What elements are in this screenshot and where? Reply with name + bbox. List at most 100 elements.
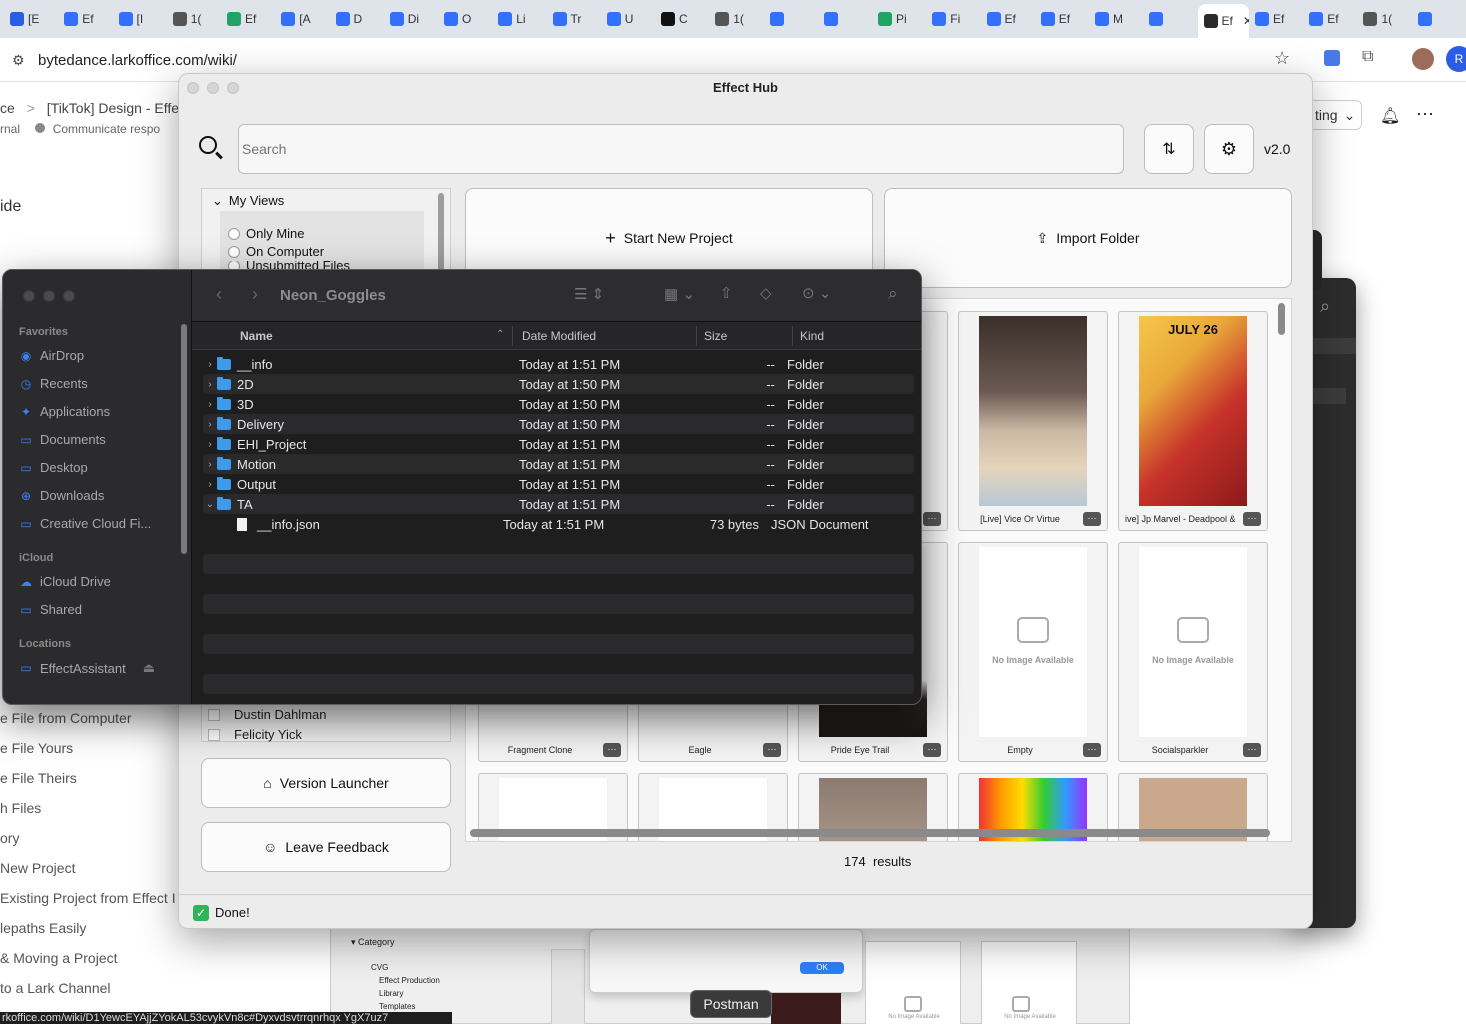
column-kind-header[interactable]: Kind	[800, 329, 824, 343]
project-card[interactable]: [Live] Vice Or Virtue ···	[958, 311, 1108, 531]
chevron-right-icon[interactable]: ›	[203, 479, 217, 490]
translate-icon[interactable]	[1324, 50, 1340, 66]
browser-tab[interactable]: O	[438, 4, 492, 34]
browser-tab[interactable]: Ef	[221, 4, 275, 34]
project-card[interactable]: No Image Available Empty ···	[958, 542, 1108, 762]
file-row[interactable]: ⌄ TA Today at 1:51 PM -- Folder	[203, 494, 914, 514]
browser-tab[interactable]: Ef	[1249, 4, 1303, 34]
column-name-header[interactable]: Name	[240, 329, 273, 343]
outline-item[interactable]: Existing Project from Effect I	[0, 890, 176, 906]
chevron-right-icon[interactable]: ›	[203, 359, 217, 370]
radio-button[interactable]	[228, 246, 240, 258]
more-button[interactable]: ···	[923, 512, 941, 526]
grid-vertical-scrollbar[interactable]	[1278, 303, 1285, 335]
file-row[interactable]: › 3D Today at 1:50 PM -- Folder	[203, 394, 914, 414]
sidebar-scrollbar[interactable]	[181, 324, 187, 554]
file-row[interactable]: __info.json Today at 1:51 PM 73 bytes JSON …	[203, 514, 914, 534]
column-size-header[interactable]: Size	[704, 329, 727, 343]
more-button[interactable]: ···	[1083, 512, 1101, 526]
leave-feedback-button[interactable]: ☺ Leave Feedback	[201, 822, 451, 872]
more-button[interactable]: ···	[1243, 512, 1261, 526]
search-icon[interactable]: ⌕	[888, 284, 898, 304]
import-folder-button[interactable]: ⇪ Import Folder	[884, 188, 1292, 288]
file-row[interactable]: › 2D Today at 1:50 PM -- Folder	[203, 374, 914, 394]
checkbox[interactable]	[208, 729, 220, 741]
notification-bell-icon[interactable]: 🔔︎	[1380, 106, 1400, 126]
outline-item[interactable]: e File from Computer	[0, 710, 131, 726]
category-tree-item[interactable]: Effect Production	[371, 974, 440, 987]
minimize-window-button[interactable]	[43, 290, 55, 302]
tag-icon[interactable]: ◇	[760, 284, 772, 302]
view-option[interactable]: On Computer	[228, 243, 350, 261]
breadcrumb-prefix[interactable]: ce	[0, 100, 15, 116]
category-tree-item[interactable]: CVG	[371, 961, 440, 974]
category-tree-item[interactable]: Library	[371, 987, 440, 1000]
browser-tab[interactable]: Pi	[872, 4, 926, 34]
breadcrumb-current[interactable]: [TikTok] Design - Effe	[47, 100, 179, 116]
grid-horizontal-scrollbar[interactable]	[470, 829, 1270, 837]
file-row[interactable]: › Output Today at 1:51 PM -- Folder	[203, 474, 914, 494]
browser-tab[interactable]: U	[601, 4, 655, 34]
back-chevron-icon[interactable]: ‹	[216, 284, 222, 305]
browser-tab[interactable]: D	[330, 4, 384, 34]
checkbox[interactable]	[208, 709, 220, 721]
sidebar-item[interactable]: ✦ Applications	[19, 404, 110, 419]
settings-button[interactable]: ⚙	[1204, 124, 1254, 174]
sidebar-item[interactable]: ⊕ Downloads	[19, 488, 104, 503]
more-options-icon[interactable]: ⋯	[1416, 104, 1434, 125]
browser-tab[interactable]	[818, 4, 872, 34]
more-button[interactable]: ···	[1083, 743, 1101, 757]
close-window-button[interactable]	[23, 290, 35, 302]
more-button[interactable]: ···	[1243, 743, 1261, 757]
forward-chevron-icon[interactable]: ›	[252, 284, 258, 305]
profile-avatar[interactable]	[1412, 48, 1434, 70]
user-filter-option[interactable]: Felicity Yick	[208, 725, 327, 745]
browser-tab[interactable]: 1(	[709, 4, 763, 34]
browser-tab[interactable]: Ef	[58, 4, 112, 34]
browser-tab[interactable]: 1(	[167, 4, 221, 34]
sidebar-item[interactable]: ◉ AirDrop	[19, 348, 84, 363]
browser-tab[interactable]: Ef ✕	[1197, 4, 1249, 38]
browser-tab[interactable]: Ef	[1303, 4, 1357, 34]
more-button[interactable]: ···	[603, 743, 621, 757]
sort-button[interactable]: ⇅	[1144, 124, 1194, 174]
sidebar-item[interactable]: ☁ iCloud Drive	[19, 574, 111, 589]
site-settings-icon[interactable]: ⚙	[12, 52, 25, 69]
more-button[interactable]: ···	[923, 743, 941, 757]
outline-item[interactable]: e File Theirs	[0, 770, 77, 786]
chevron-right-icon[interactable]: ›	[203, 399, 217, 410]
project-card[interactable]: No Image Available Socialsparkler ···	[1118, 542, 1268, 762]
outline-item[interactable]: ory	[0, 830, 19, 846]
outline-item[interactable]: to a Lark Channel	[0, 980, 111, 996]
browser-tab[interactable]: Ef	[1035, 4, 1089, 34]
profile-button[interactable]: R	[1446, 46, 1466, 72]
extensions-icon[interactable]: ⧉	[1362, 48, 1373, 66]
bookmark-star-icon[interactable]: ☆	[1274, 48, 1290, 69]
url-text[interactable]: bytedance.larkoffice.com/wiki/	[38, 52, 237, 69]
outline-item[interactable]: e File Yours	[0, 740, 73, 756]
file-row[interactable]: › Motion Today at 1:51 PM -- Folder	[203, 454, 914, 474]
file-row[interactable]: › __info Today at 1:51 PM -- Folder	[203, 354, 914, 374]
sidebar-item[interactable]: ▭ Desktop	[19, 460, 87, 475]
sidebar-item[interactable]: ▭ Shared	[19, 602, 82, 617]
browser-tab[interactable]: [I	[113, 4, 167, 34]
file-row[interactable]: › Delivery Today at 1:50 PM -- Folder	[203, 414, 914, 434]
version-launcher-button[interactable]: ⌂ Version Launcher	[201, 758, 451, 808]
list-view-icon[interactable]: ☰ ⇕	[574, 285, 604, 303]
gallery-view-icon[interactable]: ▦ ⌄	[664, 285, 695, 303]
outline-item[interactable]: New Project	[0, 860, 75, 876]
sidebar-item[interactable]: ▭ Creative Cloud Fi...	[19, 516, 151, 531]
outline-item[interactable]: h Files	[0, 800, 41, 816]
browser-tab[interactable]: [E	[4, 4, 58, 34]
zoom-window-button[interactable]	[63, 290, 75, 302]
file-row[interactable]: › EHI_Project Today at 1:51 PM -- Folder	[203, 434, 914, 454]
browser-tab[interactable]: Li	[492, 4, 546, 34]
outline-item[interactable]: & Moving a Project	[0, 950, 118, 966]
radio-button[interactable]	[228, 228, 240, 240]
search-input[interactable]	[238, 124, 1124, 174]
browser-tab[interactable]: [A	[275, 4, 329, 34]
column-date-header[interactable]: Date Modified	[522, 329, 596, 343]
chevron-right-icon[interactable]: ›	[203, 439, 217, 450]
action-menu-icon[interactable]: ⊙ ⌄	[802, 284, 831, 302]
sidebar-item[interactable]: ◷ Recents	[19, 376, 88, 391]
